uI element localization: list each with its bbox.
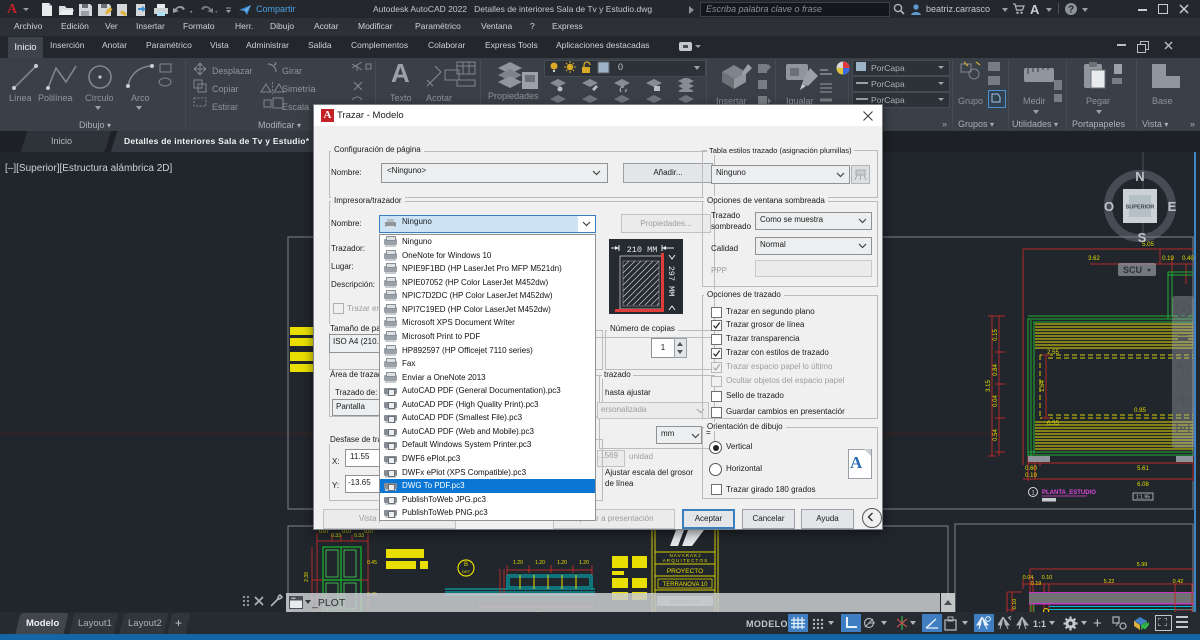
svg-text:1.20: 1.20: [557, 560, 567, 566]
svg-text:2.39: 2.39: [304, 572, 310, 582]
svg-text:0.40: 0.40: [1182, 256, 1194, 262]
svg-text:5.61: 5.61: [1137, 466, 1149, 472]
svg-text:O: O: [1104, 199, 1114, 214]
svg-text:S: S: [1138, 230, 1147, 244]
svg-text:N: N: [1135, 169, 1144, 184]
svg-text:1.20: 1.20: [513, 560, 523, 566]
svg-text:TERRANOVA 10: TERRANOVA 10: [663, 582, 709, 588]
svg-text:0.54: 0.54: [993, 429, 999, 441]
svg-text:1.20: 1.20: [535, 560, 545, 566]
svg-text:SUPERIOR: SUPERIOR: [1126, 205, 1155, 211]
svg-text:1: 1: [1031, 491, 1035, 497]
svg-text:0.10: 0.10: [1012, 599, 1018, 610]
svg-text:E: E: [1168, 199, 1177, 214]
svg-text:1:1.95: 1:1.95: [1136, 495, 1150, 501]
svg-text:B: B: [464, 562, 468, 568]
svg-text:0.15: 0.15: [993, 329, 999, 341]
svg-text:PROYECTO: PROYECTO: [667, 568, 703, 575]
svg-text:1.20: 1.20: [579, 560, 589, 566]
svg-text:DET: DET: [462, 569, 471, 574]
svg-text:0.19: 0.19: [1162, 256, 1174, 262]
svg-text:PLANTA_ESTUDIO: PLANTA_ESTUDIO: [1042, 490, 1096, 496]
svg-text:297 MM: 297 MM: [666, 266, 676, 297]
svg-text:?: ?: [1068, 4, 1074, 15]
svg-text:0.04: 0.04: [993, 395, 999, 407]
svg-text:210 MM: 210 MM: [627, 245, 658, 255]
svg-text:0.55: 0.55: [1047, 421, 1059, 427]
svg-text:0.10: 0.10: [1042, 575, 1053, 581]
svg-text:0.84: 0.84: [993, 364, 999, 376]
svg-text:0.33: 0.33: [331, 533, 341, 539]
svg-text:5.99: 5.99: [1137, 562, 1148, 568]
svg-text:1.64: 1.64: [1040, 380, 1046, 392]
svg-text:0.19: 0.19: [1025, 473, 1037, 479]
svg-text:A R Q U I T E C T O S: A R Q U I T E C T O S: [663, 558, 707, 563]
svg-text:0.33: 0.33: [354, 533, 364, 539]
svg-text:3.15: 3.15: [986, 380, 992, 392]
svg-text:0.95: 0.95: [1134, 408, 1146, 414]
svg-text:2.55: 2.55: [1047, 350, 1059, 356]
svg-text:6.08: 6.08: [1137, 482, 1149, 488]
svg-text:0.19: 0.19: [1031, 581, 1042, 587]
svg-text:3.62: 3.62: [1088, 256, 1100, 262]
svg-text:0.60: 0.60: [1025, 466, 1037, 472]
svg-text:0.45: 0.45: [367, 560, 377, 566]
svg-text:5.22: 5.22: [1104, 579, 1115, 585]
